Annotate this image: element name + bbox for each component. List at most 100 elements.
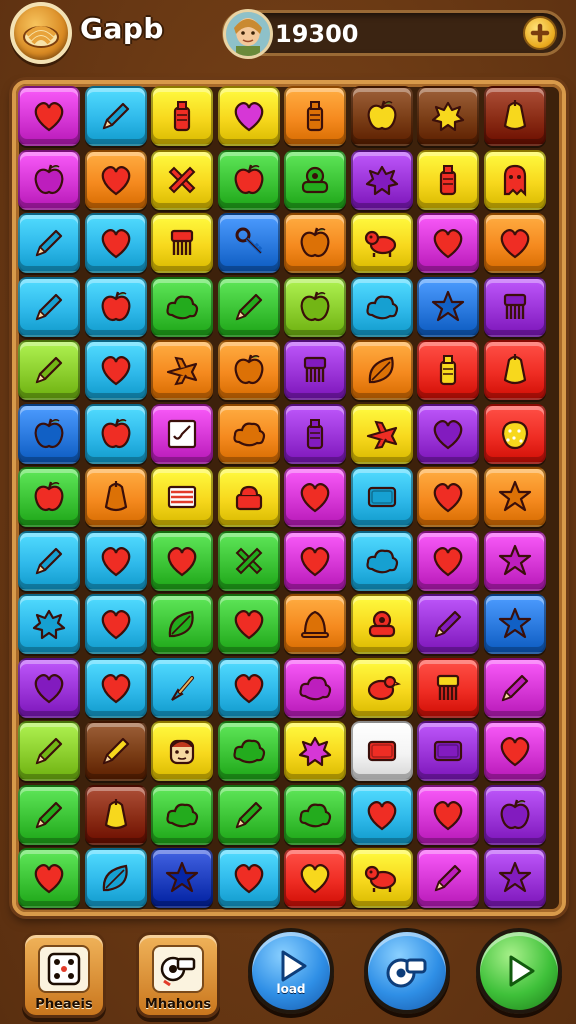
tile-cyan-apple[interactable] — [85, 277, 147, 337]
tile-cyan-heart[interactable] — [85, 658, 147, 718]
tile-cyan-heart[interactable] — [218, 848, 280, 908]
tile-yellow-bottle[interactable] — [151, 86, 213, 146]
tile-cyan-heart[interactable] — [85, 340, 147, 400]
tile-purple-apple[interactable] — [484, 785, 546, 845]
tile-red-fruit[interactable] — [484, 340, 546, 400]
load-button[interactable]: load — [248, 928, 334, 1014]
tile-magenta-pencil[interactable] — [417, 848, 479, 908]
tile-white-box[interactable] — [351, 721, 413, 781]
tile-yellow-dog[interactable] — [351, 848, 413, 908]
tile-green-leaf[interactable] — [151, 594, 213, 654]
tile-magenta-note[interactable] — [151, 404, 213, 464]
tile-purple-comb[interactable] — [284, 340, 346, 400]
tile-magenta-heart[interactable] — [284, 467, 346, 527]
tile-yellow-ghost[interactable] — [484, 150, 546, 210]
tile-purple-heart[interactable] — [417, 404, 479, 464]
whistle-button[interactable] — [364, 928, 450, 1014]
tile-magenta-star[interactable] — [484, 531, 546, 591]
tile-red-comb[interactable] — [417, 658, 479, 718]
avatar[interactable] — [223, 9, 273, 59]
tile-cyan-pencil[interactable] — [18, 277, 80, 337]
tile-purple-heart[interactable] — [18, 658, 80, 718]
tile-magenta-heart[interactable] — [18, 86, 80, 146]
tile-orange-bottle[interactable] — [284, 86, 346, 146]
tile-magenta-heart[interactable] — [417, 785, 479, 845]
tile-lime-pencil[interactable] — [18, 721, 80, 781]
tile-orange-star[interactable] — [484, 467, 546, 527]
tile-yellow-plane[interactable] — [351, 404, 413, 464]
tile-cyan-pencil[interactable] — [18, 213, 80, 273]
tile-magenta-pencil[interactable] — [484, 658, 546, 718]
tile-orange-cloud[interactable] — [218, 404, 280, 464]
tile-brown-apple[interactable] — [351, 86, 413, 146]
tile-brown-splat[interactable] — [417, 86, 479, 146]
tile-yellow-toy[interactable] — [351, 594, 413, 654]
tile-blue-star[interactable] — [417, 277, 479, 337]
tile-cyan-brush[interactable] — [151, 658, 213, 718]
tile-purple-star[interactable] — [484, 848, 546, 908]
tile-green-cloud[interactable] — [151, 785, 213, 845]
tile-orange-apple[interactable] — [284, 213, 346, 273]
tile-green-heart[interactable] — [218, 594, 280, 654]
tile-magenta-heart[interactable] — [284, 531, 346, 591]
tile-cyan-heart[interactable] — [85, 213, 147, 273]
tile-yellow-bottle[interactable] — [417, 150, 479, 210]
tile-purple-splat[interactable] — [351, 150, 413, 210]
tile-red-heart[interactable] — [284, 848, 346, 908]
tile-cyan-cloud[interactable] — [351, 277, 413, 337]
tile-orange-heart[interactable] — [417, 467, 479, 527]
tile-magenta-heart[interactable] — [417, 531, 479, 591]
tile-orange-leaf[interactable] — [351, 340, 413, 400]
add-coins-button[interactable] — [523, 16, 557, 50]
tile-cyan-box[interactable] — [351, 467, 413, 527]
tile-lime-apple[interactable] — [284, 277, 346, 337]
tile-yellow-bird[interactable] — [351, 658, 413, 718]
tile-orange-bell[interactable] — [284, 594, 346, 654]
tile-orange-heart[interactable] — [85, 150, 147, 210]
tile-cyan-heart[interactable] — [85, 594, 147, 654]
tile-green-heart[interactable] — [18, 848, 80, 908]
tile-cyan-pencil[interactable] — [85, 86, 147, 146]
tile-green-toy[interactable] — [284, 150, 346, 210]
machines-button[interactable]: Mhahons — [136, 932, 220, 1018]
tile-magenta-heart[interactable] — [417, 213, 479, 273]
tile-magenta-cloud[interactable] — [284, 658, 346, 718]
tile-yellow-splat[interactable] — [284, 721, 346, 781]
tile-yellow-heart[interactable] — [218, 86, 280, 146]
tile-purple-comb[interactable] — [484, 277, 546, 337]
tile-green-apple[interactable] — [218, 150, 280, 210]
tile-yellow-dog[interactable] — [351, 213, 413, 273]
tile-orange-apple[interactable] — [218, 340, 280, 400]
tile-yellow-stripes[interactable] — [151, 467, 213, 527]
tile-green-cloud[interactable] — [218, 721, 280, 781]
tile-green-cross[interactable] — [218, 531, 280, 591]
tile-red-bottle[interactable] — [417, 340, 479, 400]
tile-green-cloud[interactable] — [284, 785, 346, 845]
tile-green-pencil[interactable] — [218, 277, 280, 337]
pasta-icon[interactable] — [10, 2, 72, 64]
tile-yellow-face[interactable] — [151, 721, 213, 781]
powers-button[interactable]: Pheaeis — [22, 932, 106, 1018]
tile-blue-star[interactable] — [484, 594, 546, 654]
tile-magenta-apple[interactable] — [18, 150, 80, 210]
tile-cyan-heart[interactable] — [85, 531, 147, 591]
tile-yellow-cake[interactable] — [218, 467, 280, 527]
tile-purple-pencil[interactable] — [417, 594, 479, 654]
tile-orange-plane[interactable] — [151, 340, 213, 400]
play-button[interactable] — [476, 928, 562, 1014]
tile-cyan-pencil[interactable] — [18, 531, 80, 591]
tile-cyan-splat[interactable] — [18, 594, 80, 654]
tile-green-apple[interactable] — [18, 467, 80, 527]
tile-purple-bottle[interactable] — [284, 404, 346, 464]
tile-cyan-heart[interactable] — [351, 785, 413, 845]
tile-maroon-fruit[interactable] — [484, 86, 546, 146]
tile-cyan-heart[interactable] — [218, 658, 280, 718]
tile-green-cloud[interactable] — [151, 277, 213, 337]
tile-cyan-apple[interactable] — [85, 404, 147, 464]
tile-cyan-cloud[interactable] — [351, 531, 413, 591]
tile-yellow-cross[interactable] — [151, 150, 213, 210]
tile-navy-star[interactable] — [151, 848, 213, 908]
tile-green-pencil[interactable] — [18, 785, 80, 845]
tile-blue-apple[interactable] — [18, 404, 80, 464]
tile-magenta-heart[interactable] — [484, 721, 546, 781]
